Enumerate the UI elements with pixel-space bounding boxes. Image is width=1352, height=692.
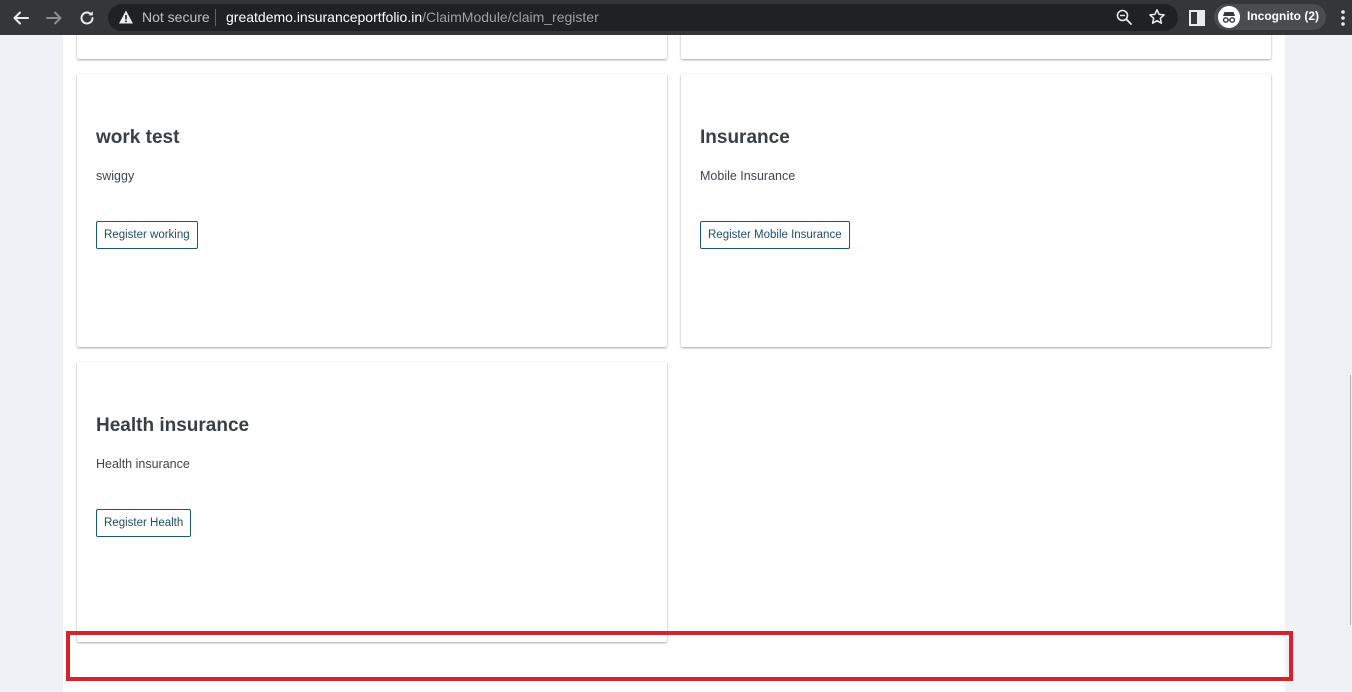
url-text[interactable]: greatdemo.insuranceportfolio.in/ClaimMod… bbox=[226, 9, 599, 26]
page-viewport[interactable]: work test swiggy Register working Insura… bbox=[0, 35, 1352, 692]
card-title: Health insurance bbox=[96, 415, 250, 436]
browser-toolbar: Not secure greatdemo.insuranceportfolio.… bbox=[0, 0, 1352, 35]
address-bar[interactable]: Not secure greatdemo.insuranceportfolio.… bbox=[108, 4, 1178, 31]
url-path: /ClaimModule/claim_register bbox=[422, 9, 599, 25]
url-host: greatdemo.insuranceportfolio.in bbox=[226, 9, 423, 25]
back-arrow-icon bbox=[13, 11, 29, 25]
side-panel-icon[interactable] bbox=[1186, 7, 1208, 29]
claim-card-health-insurance: Health insurance Health insurance Regist… bbox=[77, 362, 667, 642]
previous-card-left bbox=[77, 35, 667, 59]
incognito-icon bbox=[1218, 6, 1240, 28]
bookmark-star-icon[interactable] bbox=[1148, 8, 1166, 26]
card-description: Mobile Insurance bbox=[700, 169, 796, 183]
highlight-box bbox=[66, 631, 1293, 681]
omnibox-divider bbox=[215, 9, 216, 26]
forward-button[interactable] bbox=[42, 6, 66, 30]
warning-icon bbox=[119, 10, 133, 24]
claim-card-insurance: Insurance Mobile Insurance Register Mobi… bbox=[681, 74, 1271, 347]
reload-icon bbox=[80, 11, 94, 25]
register-working-button[interactable]: Register working bbox=[96, 221, 198, 249]
card-title: work test bbox=[96, 127, 180, 148]
card-description: Health insurance bbox=[96, 457, 190, 471]
previous-card-right bbox=[681, 35, 1271, 59]
back-button[interactable] bbox=[9, 6, 33, 30]
incognito-profile-button[interactable]: Incognito (2) bbox=[1214, 4, 1326, 30]
register-mobile-insurance-button[interactable]: Register Mobile Insurance bbox=[700, 221, 850, 249]
scrollbar[interactable] bbox=[1350, 375, 1351, 625]
claim-card-work-test: work test swiggy Register working bbox=[77, 74, 667, 347]
more-menu-icon[interactable] bbox=[1336, 8, 1350, 28]
zoom-icon[interactable] bbox=[1115, 8, 1133, 26]
incognito-label: Incognito (2) bbox=[1247, 9, 1319, 23]
not-secure-label[interactable]: Not secure bbox=[142, 9, 210, 26]
card-description: swiggy bbox=[96, 169, 135, 183]
forward-arrow-icon bbox=[46, 11, 62, 25]
reload-button[interactable] bbox=[75, 6, 99, 30]
card-title: Insurance bbox=[700, 127, 790, 148]
register-health-button[interactable]: Register Health bbox=[96, 509, 192, 537]
main-content: work test swiggy Register working Insura… bbox=[63, 35, 1285, 692]
